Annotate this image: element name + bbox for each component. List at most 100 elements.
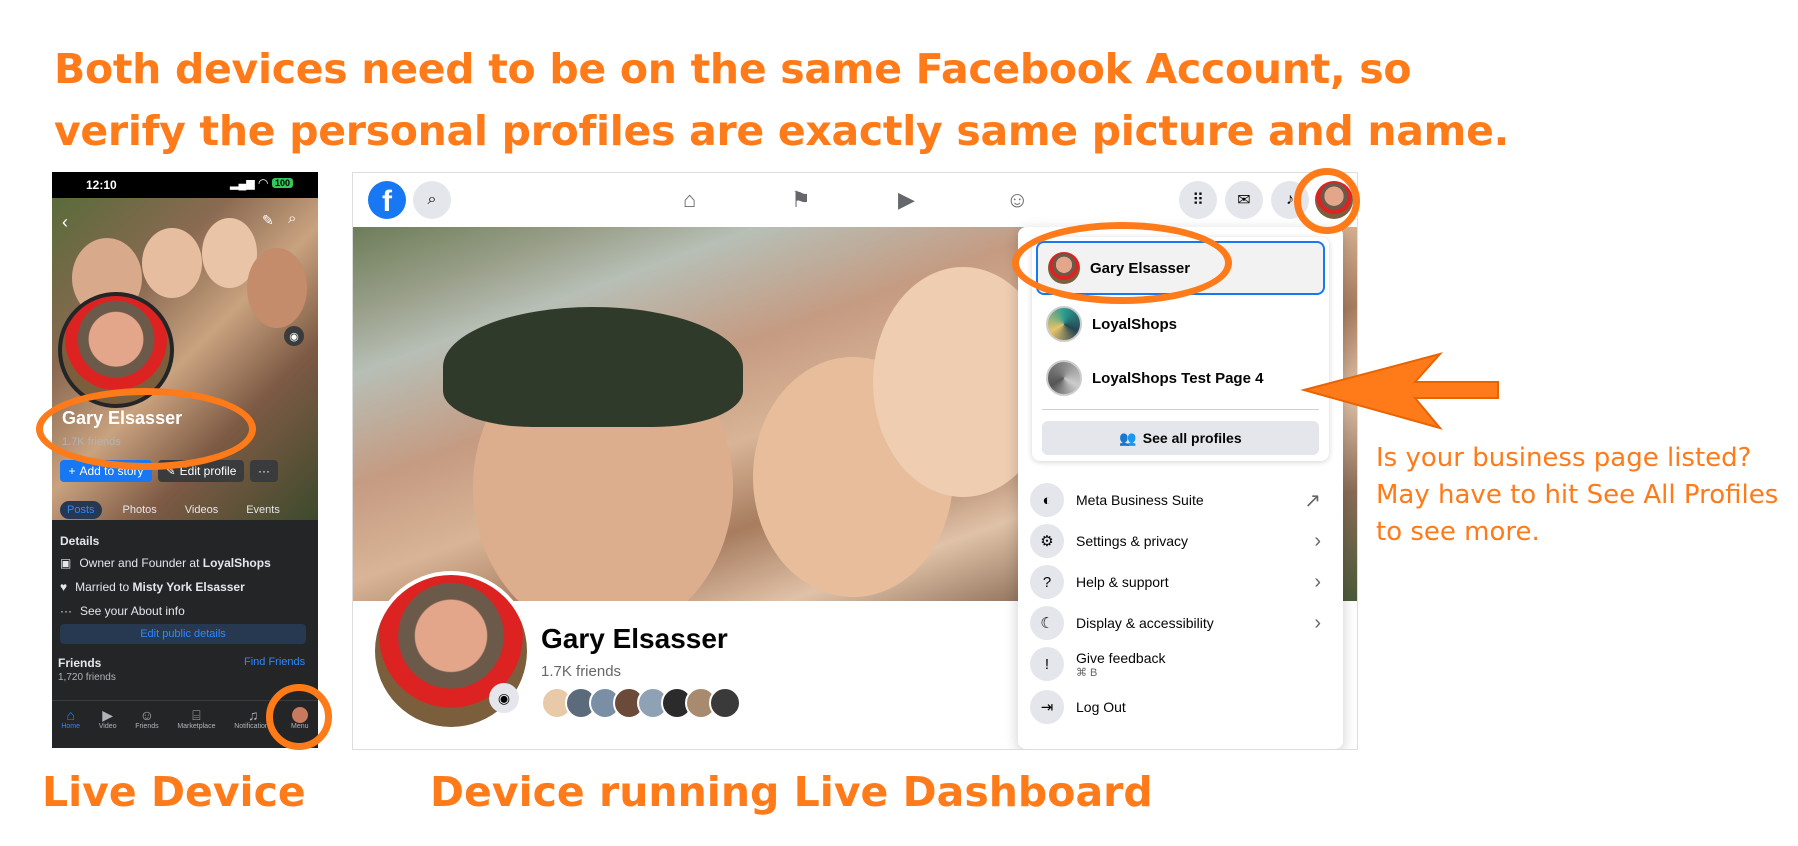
see-all-profiles-button[interactable]: 👥 See all profiles (1042, 421, 1319, 455)
instruction-headline: Both devices need to be on the same Face… (54, 38, 1554, 162)
details-title: Details (60, 534, 100, 548)
groups-icon[interactable]: ☺ (1006, 187, 1028, 213)
nav-home[interactable]: ⌂ Home (61, 707, 80, 730)
menu-item-logout[interactable]: ⇥ Log Out (1030, 684, 1331, 730)
edit-public-details-button[interactable]: Edit public details (60, 624, 306, 644)
see-all-profiles-label: See all profiles (1142, 430, 1242, 446)
detail-row-about[interactable]: ··· See your About info (60, 604, 185, 618)
nav-video[interactable]: ▶ Video (99, 707, 117, 730)
bell-icon: ♫ (248, 707, 259, 723)
marketplace-icon: ⌸ (192, 707, 201, 723)
chevron-right-icon: › (1314, 529, 1321, 552)
profile-option-label: LoyalShops (1092, 315, 1178, 333)
page-avatar (1046, 360, 1082, 396)
instruction-note: Is your business page listed? May have t… (1376, 440, 1786, 551)
status-bar: 12:10 ▂▄▆ ◠ 100 (52, 172, 318, 198)
tab-posts[interactable]: Posts (60, 501, 102, 519)
nav-marketplace-label: Marketplace (177, 723, 216, 730)
video-icon: ▶ (102, 707, 114, 723)
menu-item-display[interactable]: ☾ Display & accessibility › (1030, 600, 1331, 646)
detail-relationship-text: Married to (75, 580, 133, 594)
home-icon[interactable]: ⌂ (683, 187, 696, 213)
watch-icon[interactable]: ▶ (898, 187, 915, 213)
dots-icon: ··· (60, 604, 72, 618)
feedback-icon: ! (1030, 647, 1064, 681)
highlight-ring-account-avatar (1294, 168, 1360, 234)
profile-option-loyalshops[interactable]: LoyalShops (1036, 297, 1325, 351)
cover-camera-icon[interactable]: ◉ (284, 326, 304, 346)
menu-item-help[interactable]: ? Help & support › (1030, 559, 1331, 605)
menu-item-label: Log Out (1076, 699, 1126, 715)
briefcase-icon: ▣ (60, 556, 72, 570)
note-line-3: to see more. (1376, 517, 1540, 547)
friends-count: 1,720 friends (58, 672, 116, 683)
friends-title: Friends (58, 656, 102, 670)
nav-video-label: Video (98, 723, 117, 730)
arrow-shape (1300, 352, 1499, 430)
menu-item-feedback[interactable]: ! Give feedback ⌘ B (1030, 641, 1331, 687)
friend-count: 1.7K friends (541, 663, 622, 680)
profile-option-label: LoyalShops Test Page 4 (1092, 369, 1264, 387)
nav-marketplace[interactable]: ⌸ Marketplace (177, 707, 215, 730)
help-icon: ? (1030, 565, 1064, 599)
search-icon[interactable]: ⌕ (288, 210, 296, 227)
profile-name: Gary Elsasser (541, 623, 728, 654)
menu-item-label: Give feedback (1076, 649, 1166, 666)
logout-icon: ⇥ (1030, 690, 1064, 724)
status-time: 12:10 (86, 178, 117, 192)
messenger-icon[interactable]: ✉ (1225, 181, 1263, 219)
detail-row-relationship: ♥ Married to Misty York Elsasser (60, 580, 245, 594)
menu-item-settings[interactable]: ⚙ Settings & privacy › (1030, 518, 1331, 564)
menu-item-label: Display & accessibility (1076, 615, 1214, 631)
edit-pencil-icon[interactable]: ✎ (262, 212, 274, 229)
camera-icon[interactable]: ◉ (489, 683, 519, 713)
menu-item-label: Settings & privacy (1076, 533, 1189, 549)
friend-avatar[interactable] (709, 687, 741, 719)
chevron-right-icon: › (1314, 611, 1321, 634)
detail-work-text: Owner and Founder at (79, 556, 203, 570)
more-options-button[interactable]: ··· (250, 460, 278, 482)
flag-icon[interactable]: ⚑ (791, 187, 811, 213)
about-info-link[interactable]: See your About info (80, 604, 185, 618)
facebook-top-bar: f ⌕ ⌂ ⚑ ▶ ☺ ⠿ ✉ ♪ (353, 173, 1357, 228)
find-friends-link[interactable]: Find Friends (244, 656, 305, 668)
cover-face (142, 228, 202, 298)
tab-photos[interactable]: Photos (116, 501, 164, 519)
headline-line-1: Both devices need to be on the same Face… (54, 45, 1412, 93)
menu-grid-icon[interactable]: ⠿ (1179, 181, 1217, 219)
gear-icon: ⚙ (1030, 524, 1064, 558)
external-arrow-icon: ↗ (1304, 489, 1321, 512)
caption-live-dashboard: Device running Live Dashboard (430, 768, 1153, 816)
account-dropdown-menu: Gary Elsasser LoyalShops LoyalShops Test… (1018, 227, 1343, 749)
cover-face (247, 248, 307, 328)
highlight-ring-phone-menu (266, 684, 332, 750)
caption-live-device: Live Device (42, 768, 306, 816)
heart-icon: ♥ (60, 580, 68, 594)
moon-icon: ☾ (1030, 606, 1064, 640)
tab-videos[interactable]: Videos (178, 501, 225, 519)
nav-friends[interactable]: ☺ Friends (135, 707, 158, 730)
battery-icon: 100 (272, 178, 294, 188)
divider (1042, 409, 1319, 410)
friends-icon: ☺ (139, 707, 155, 723)
profile-option-test-page[interactable]: LoyalShops Test Page 4 (1036, 351, 1325, 405)
meta-suite-icon: ◐ (1030, 483, 1064, 517)
detail-work-employer[interactable]: LoyalShops (203, 556, 271, 570)
tab-events[interactable]: Events (239, 501, 287, 519)
menu-item-label: Help & support (1076, 574, 1169, 590)
headline-line-2: verify the personal profiles are exactly… (54, 107, 1509, 155)
nav-home-label: Home (61, 723, 81, 730)
shortcut-hint: ⌘ B (1076, 666, 1098, 679)
friend-avatars (541, 687, 741, 719)
detail-spouse-name[interactable]: Misty York Elsasser (132, 580, 244, 594)
menu-item-label: Meta Business Suite (1076, 492, 1204, 508)
facebook-logo-icon[interactable]: f (368, 181, 406, 219)
cover-cap (443, 307, 743, 427)
search-icon[interactable]: ⌕ (413, 181, 451, 219)
note-line-2: May have to hit See All Profiles (1376, 480, 1779, 510)
chevron-right-icon: › (1314, 570, 1321, 593)
signal-icon: ▂▄▆ (230, 178, 255, 190)
back-icon[interactable]: ‹ (62, 212, 68, 233)
menu-item-meta-business-suite[interactable]: ◐ Meta Business Suite ↗ (1030, 477, 1331, 523)
nav-friends-label: Friends (135, 723, 159, 730)
